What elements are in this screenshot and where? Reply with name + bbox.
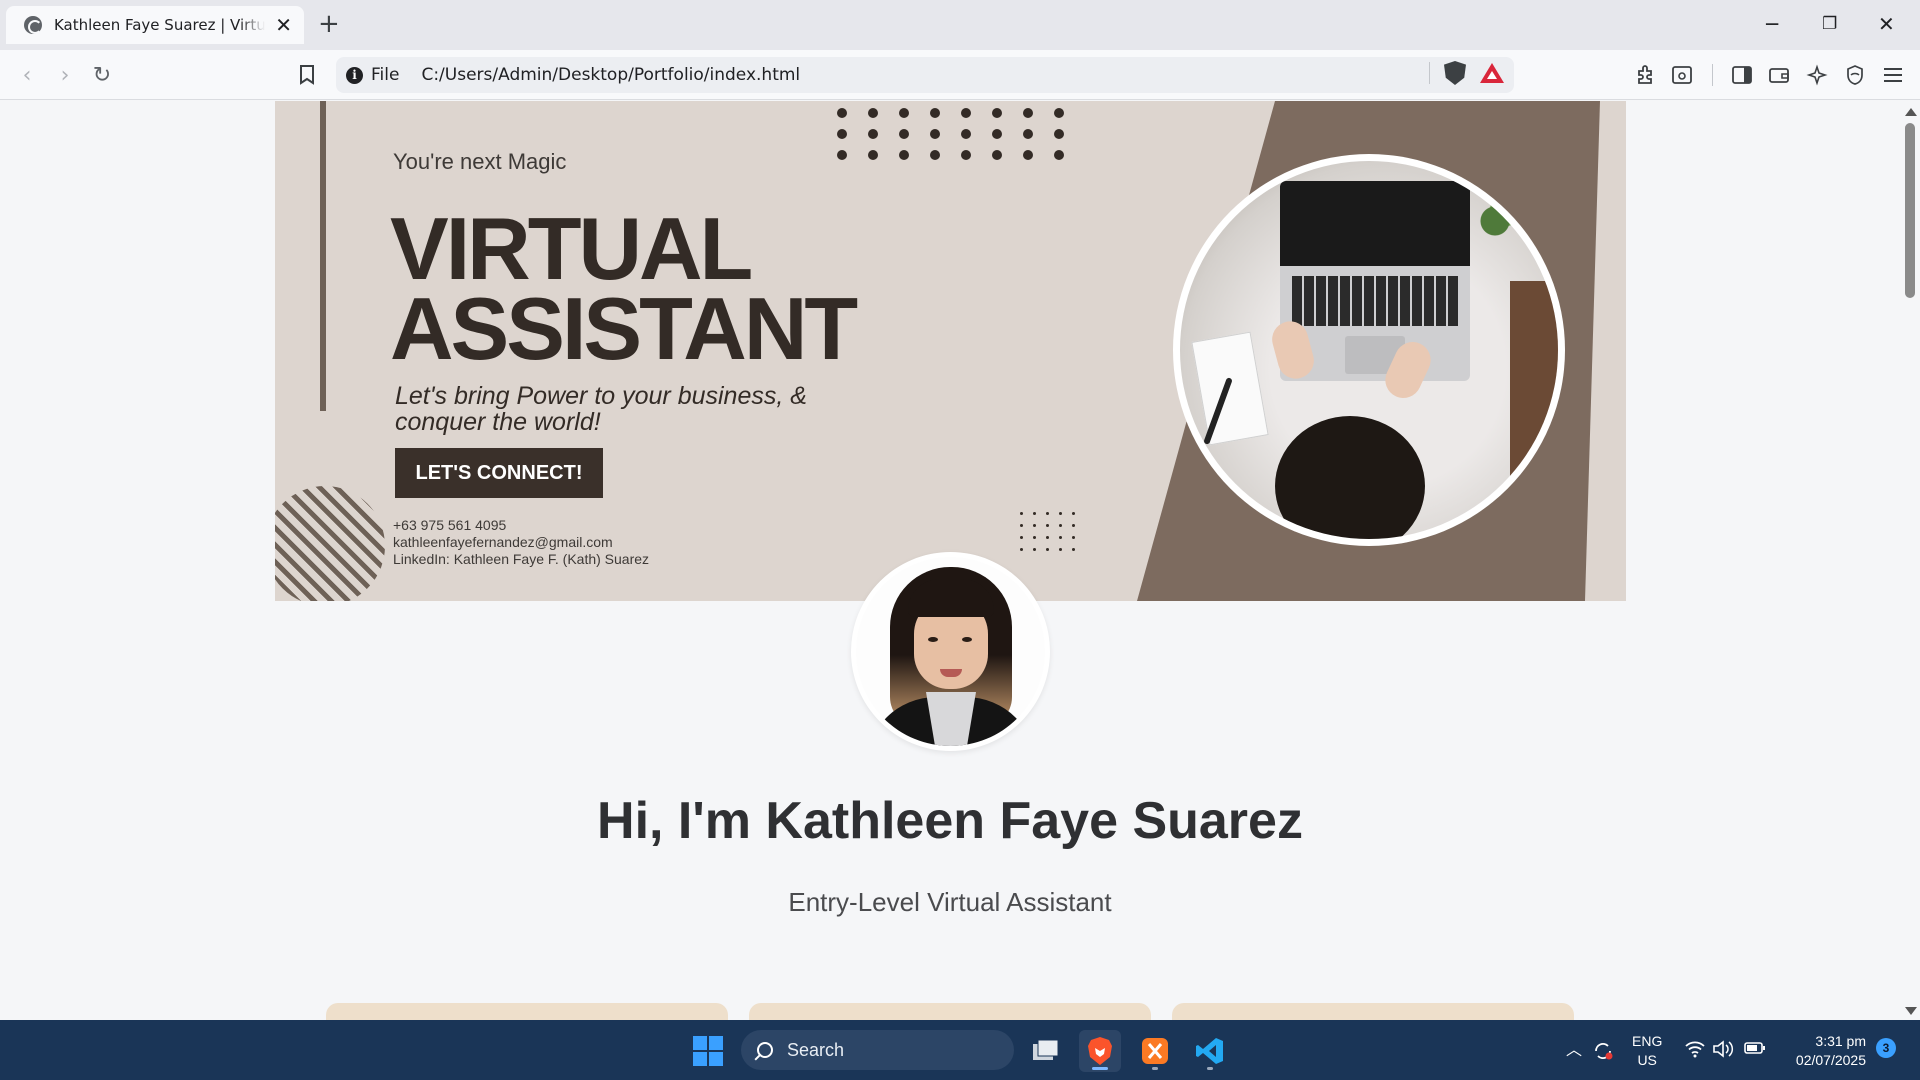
system-clock[interactable]: 3:31 pm 02/07/2025: [1782, 1032, 1866, 1070]
globe-icon: [24, 16, 42, 34]
scrollbar-thumb[interactable]: [1905, 123, 1915, 298]
browser-titlebar: Kathleen Faye Suarez | Virtual Assistant…: [0, 0, 1920, 50]
photo-notebook: [1191, 331, 1269, 446]
extensions-icon[interactable]: [1633, 62, 1659, 88]
language-indicator[interactable]: ENG US: [1632, 1032, 1662, 1070]
forward-arrow-icon[interactable]: ›: [52, 62, 78, 88]
workspace-photo-image: [1180, 161, 1558, 539]
brave-shields-icon[interactable]: [1444, 61, 1466, 85]
photo-laptop-keyboard: [1292, 276, 1458, 326]
tab-active[interactable]: Kathleen Faye Suarez | Virtual Assistant…: [6, 6, 304, 44]
banner-contact-info: +63 975 561 4095 kathleenfayefernandez@g…: [393, 517, 649, 568]
avatar-eye: [928, 637, 938, 642]
address-bar[interactable]: i File C:/Users/Admin/Desktop/Portfolio/…: [336, 57, 1514, 93]
running-app-indicator: [1152, 1067, 1158, 1070]
scroll-up-icon[interactable]: [1905, 108, 1917, 116]
profile-photo: [856, 557, 1045, 746]
search-icon: [757, 1042, 773, 1058]
tab-title: Kathleen Faye Suarez | Virtual Assistant: [53, 16, 266, 34]
volume-icon[interactable]: [1712, 1040, 1734, 1063]
separator: [1429, 62, 1430, 84]
leo-ai-icon[interactable]: [1804, 62, 1830, 88]
banner-linkedin: LinkedIn: Kathleen Faye F. (Kath) Suarez: [393, 551, 650, 567]
dot-grid-small: [1020, 512, 1075, 551]
language-code: ENG: [1632, 1033, 1663, 1049]
avatar-eye: [962, 637, 972, 642]
task-view-icon[interactable]: [1024, 1030, 1066, 1072]
page-scrollbar[interactable]: [1900, 101, 1920, 1020]
vscode-icon[interactable]: [1189, 1030, 1231, 1072]
taskbar-search-label: Search: [787, 1039, 845, 1060]
scroll-down-icon[interactable]: [1905, 1007, 1917, 1015]
dot-grid-top: [837, 108, 1064, 160]
photo-wood-surface: [1510, 281, 1558, 501]
bookmark-icon[interactable]: [294, 62, 320, 88]
taskbar-search[interactable]: Search: [741, 1030, 1014, 1070]
profile-avatar: [851, 552, 1050, 751]
region-code: US: [1637, 1052, 1657, 1068]
avatar-bangs: [908, 579, 994, 617]
battery-icon[interactable]: [1744, 1040, 1766, 1060]
minimize-icon[interactable]: ─: [1766, 10, 1778, 38]
reload-icon[interactable]: ↻: [89, 62, 115, 88]
xampp-icon[interactable]: [1134, 1030, 1176, 1072]
browser-toolbar: ‹ › ↻ i File C:/Users/Admin/Desktop/Port…: [0, 50, 1920, 100]
banner-email: kathleenfayefernandez@gmail.com: [393, 534, 613, 550]
lets-connect-button: LET'S CONNECT!: [395, 448, 603, 498]
clock-date: 02/07/2025: [1795, 1052, 1866, 1068]
omnibox-actions: [1429, 61, 1504, 85]
address-scheme-label: File: [371, 65, 400, 85]
banner-tagline: Let's bring Power to your business, & co…: [395, 382, 807, 436]
clock-time: 3:31 pm: [1815, 1033, 1866, 1049]
notification-badge[interactable]: 3: [1876, 1038, 1896, 1058]
running-app-indicator: [1207, 1067, 1213, 1070]
hero-role: Entry-Level Virtual Assistant: [788, 887, 1112, 917]
windows-start-icon[interactable]: [693, 1036, 723, 1066]
sidebar-icon[interactable]: [1729, 62, 1755, 88]
windows-taskbar: Search ︿ ENG US 3:31 pm 02/07/2025 3: [0, 1020, 1920, 1080]
close-window-icon[interactable]: ✕: [1878, 10, 1895, 38]
separator: [1712, 64, 1713, 86]
chevron-up-icon[interactable]: ︿: [1566, 1040, 1582, 1060]
photo-laptop-screen: [1280, 181, 1470, 266]
banner-accent-bar: [320, 101, 326, 411]
brave-rewards-icon[interactable]: [1480, 63, 1504, 83]
workspace-photo: [1173, 154, 1565, 546]
hero-banner: You're next Magic VIRTUAL ASSISTANT Let'…: [275, 101, 1626, 601]
vpn-icon[interactable]: [1842, 62, 1868, 88]
close-tab-icon[interactable]: ✕: [275, 15, 292, 35]
banner-title-line1: VIRTUAL: [390, 199, 753, 298]
banner-title-line2: ASSISTANT: [390, 279, 858, 378]
hero-heading: Hi, I'm Kathleen Faye Suarez: [597, 792, 1303, 850]
photo-plant: [1470, 196, 1520, 246]
striped-circle-decoration: [275, 486, 385, 601]
wallet-icon[interactable]: [1766, 62, 1792, 88]
sync-icon[interactable]: [1592, 1040, 1614, 1067]
service-card: [326, 1003, 728, 1020]
photo-person-head: [1275, 416, 1425, 539]
banner-subtitle: You're next Magic: [393, 149, 567, 174]
back-arrow-icon[interactable]: ‹: [14, 62, 40, 88]
active-app-indicator: [1092, 1067, 1108, 1070]
tab-search-icon[interactable]: [1669, 62, 1695, 88]
site-info-icon[interactable]: i: [346, 66, 363, 84]
wifi-icon[interactable]: [1684, 1040, 1706, 1063]
banner-title: VIRTUAL ASSISTANT: [390, 199, 858, 378]
restore-icon[interactable]: ❐: [1822, 10, 1837, 38]
service-card: [749, 1003, 1151, 1020]
page-viewport: You're next Magic VIRTUAL ASSISTANT Let'…: [0, 101, 1920, 1020]
menu-icon[interactable]: [1880, 62, 1906, 88]
url-text[interactable]: C:/Users/Admin/Desktop/Portfolio/index.h…: [421, 65, 800, 85]
service-card: [1172, 1003, 1574, 1020]
new-tab-button[interactable]: +: [318, 10, 340, 38]
brave-browser-icon[interactable]: [1079, 1030, 1121, 1072]
banner-phone: +63 975 561 4095: [393, 517, 507, 533]
